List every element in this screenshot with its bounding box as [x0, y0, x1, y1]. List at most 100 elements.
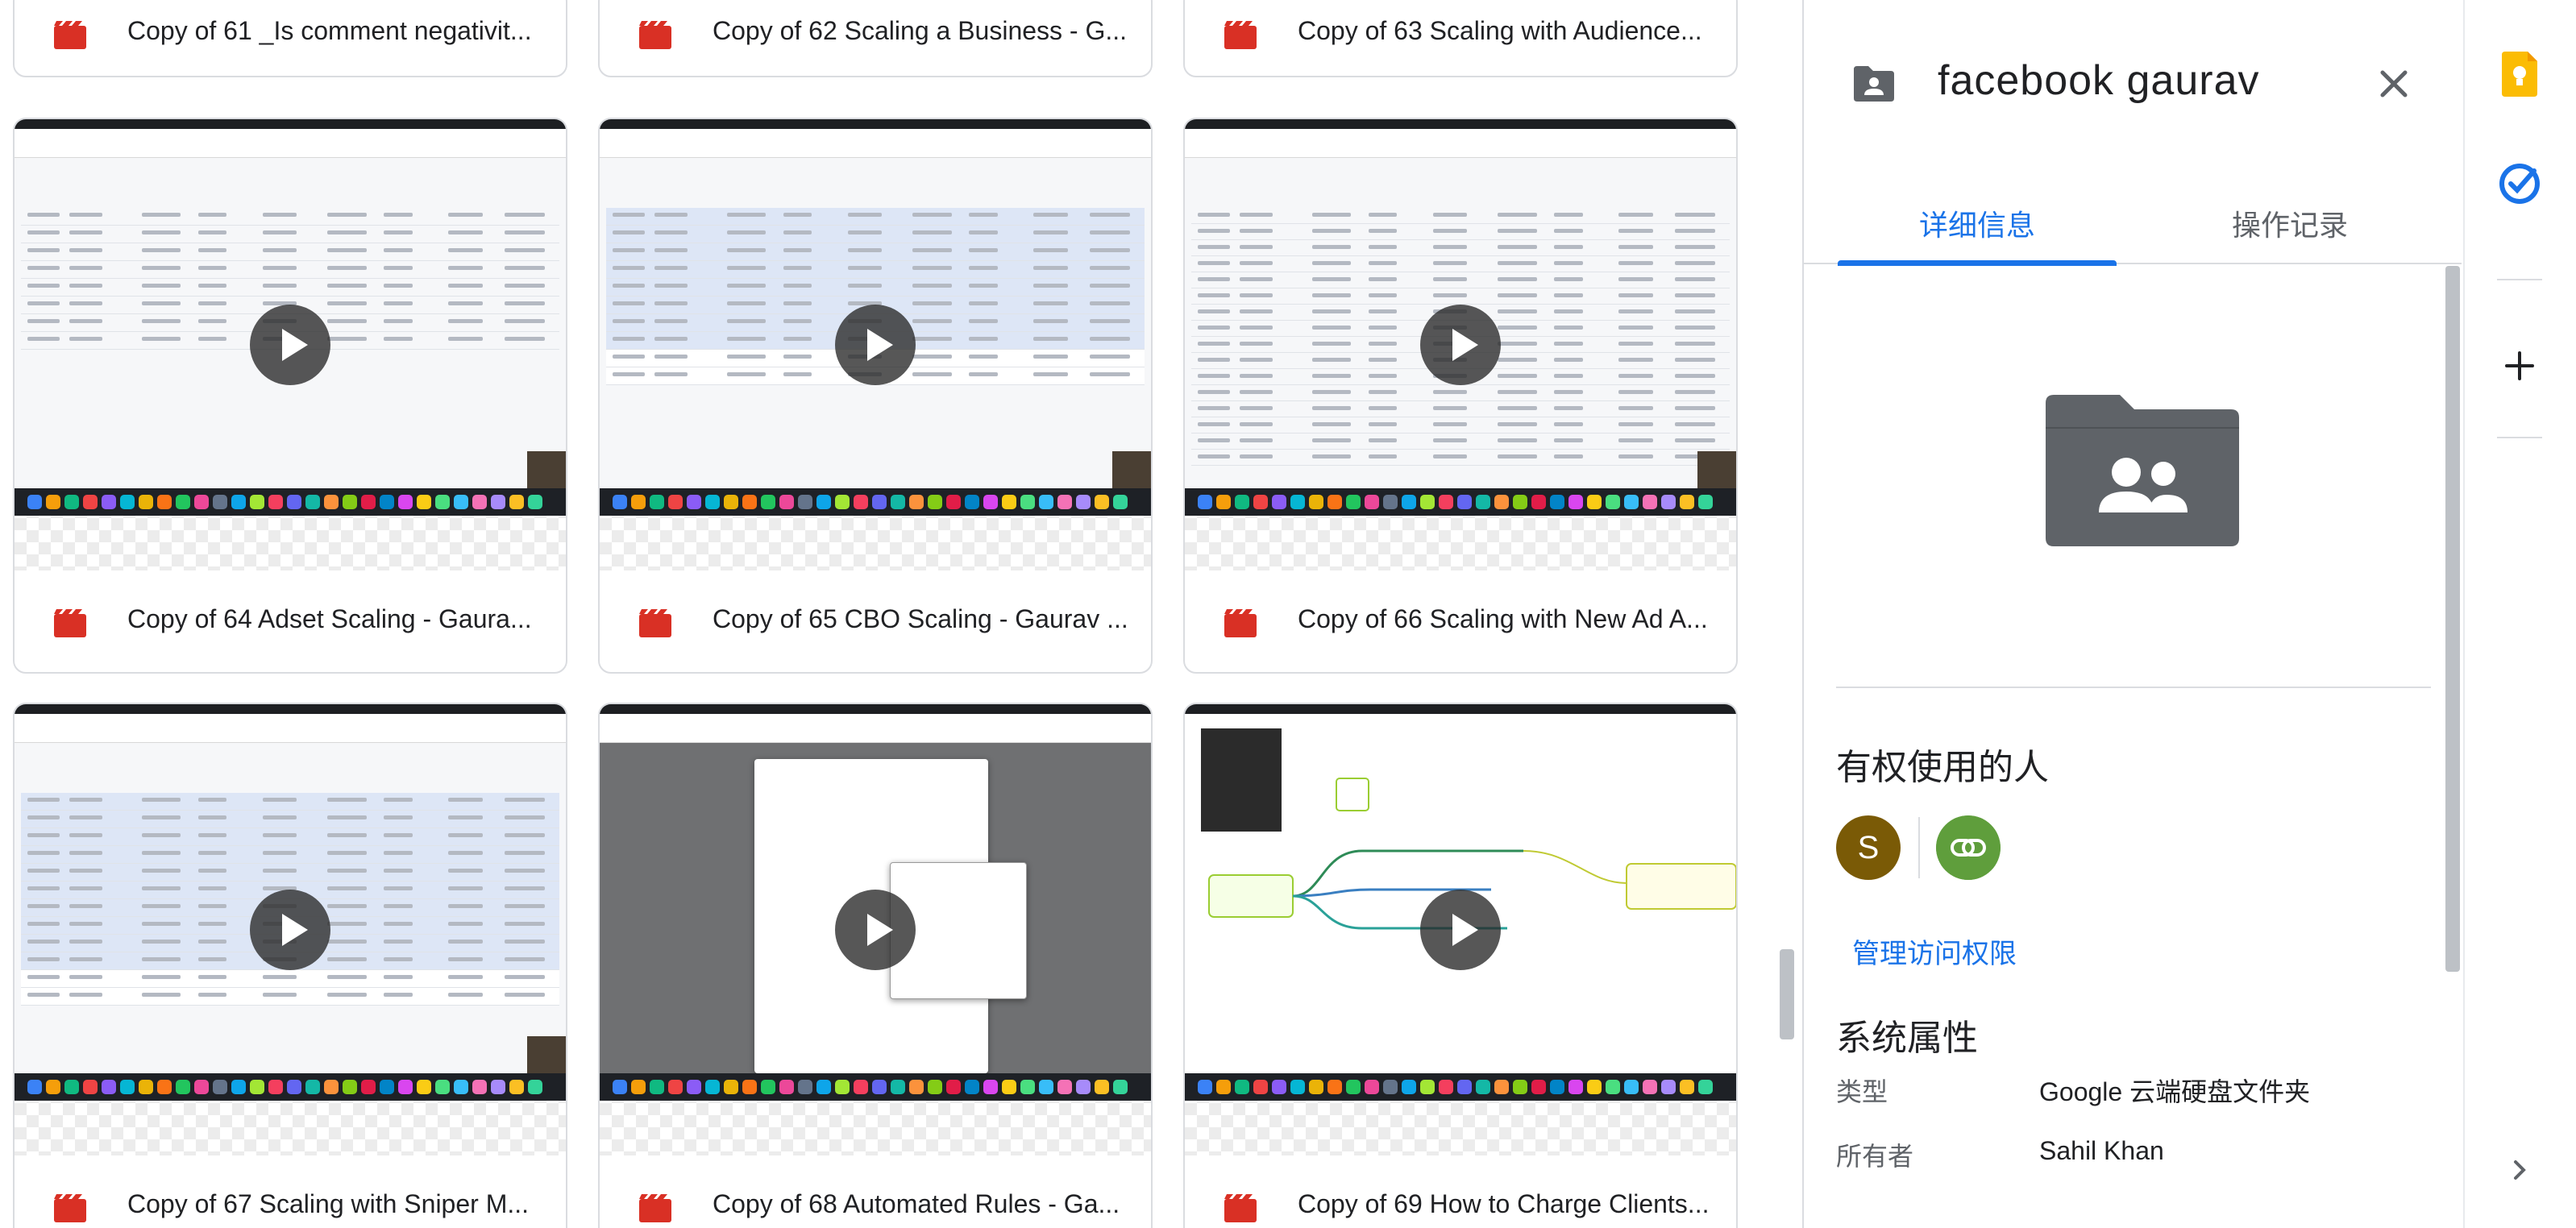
dock-app-icon — [268, 495, 283, 509]
file-card[interactable]: Copy of 67 Scaling with Sniper M... — [13, 703, 567, 1228]
dock-app-icon — [909, 1080, 924, 1094]
table-cell — [327, 284, 367, 288]
table-cell — [448, 213, 483, 217]
table-cell — [654, 284, 688, 288]
dock-app-icon — [102, 1080, 116, 1094]
table-cell — [327, 886, 367, 890]
table-cell — [969, 213, 998, 217]
manage-access-link[interactable]: 管理访问权限 — [1852, 931, 2017, 971]
dock-app-icon — [1383, 1080, 1398, 1094]
table-cell — [1240, 422, 1273, 426]
table-cell — [783, 284, 812, 288]
file-card[interactable]: Copy of 69 How to Charge Clients... — [1183, 703, 1738, 1228]
table-cell — [1240, 293, 1273, 297]
details-header: facebook gaurav — [1804, 0, 2462, 161]
table-cell — [727, 230, 766, 234]
table-cell — [969, 284, 998, 288]
details-scrollbar-thumb[interactable] — [2445, 266, 2460, 972]
play-icon[interactable] — [1420, 890, 1501, 970]
app-toolbar — [600, 714, 1151, 743]
table-cell — [727, 372, 766, 376]
table-cell — [69, 266, 102, 270]
table-cell — [327, 975, 367, 979]
table-cell — [263, 798, 297, 802]
table-cell — [327, 993, 367, 997]
file-card[interactable]: Copy of 66 Scaling with New Ad A... — [1183, 118, 1738, 674]
table-row — [21, 846, 559, 864]
table-cell — [384, 869, 413, 873]
table-row — [606, 243, 1145, 261]
avatar[interactable]: S — [1836, 815, 1901, 880]
table-cell — [1618, 342, 1653, 346]
file-card[interactable]: Copy of 61 _Is comment negativit... — [13, 0, 567, 77]
table-cell — [1498, 454, 1537, 458]
dock-app-icon — [1327, 1080, 1342, 1094]
table-cell — [1090, 230, 1130, 234]
dock-app-icon — [1198, 1080, 1212, 1094]
dock-app-icon — [798, 1080, 812, 1094]
dock-app-icon — [983, 1080, 998, 1094]
dock-app-icon — [613, 1080, 627, 1094]
table-cell — [198, 798, 226, 802]
table-cell — [1433, 438, 1467, 442]
tasks-button[interactable] — [2491, 155, 2549, 213]
table-cell — [263, 213, 297, 217]
dock-app-icon — [1095, 495, 1109, 509]
play-icon[interactable] — [1420, 305, 1501, 385]
grid-scrollbar-thumb[interactable] — [1780, 949, 1794, 1039]
close-icon[interactable] — [2368, 58, 2420, 110]
table-cell — [1618, 390, 1653, 394]
table-cell — [142, 940, 181, 944]
file-card[interactable]: Copy of 63 Scaling with Audience... — [1183, 0, 1738, 77]
file-title: Copy of 61 _Is comment negativit... — [127, 16, 532, 45]
table-cell — [448, 922, 483, 926]
file-card[interactable]: Copy of 64 Adset Scaling - Gaura... — [13, 118, 567, 674]
play-icon[interactable] — [250, 305, 330, 385]
dock-app-icon — [779, 495, 794, 509]
table-cell — [1554, 390, 1583, 394]
keep-button[interactable] — [2491, 45, 2549, 103]
table-cell — [1433, 277, 1467, 281]
dock-app-icon — [1216, 1080, 1231, 1094]
app-toolbar — [600, 129, 1151, 158]
table-cell — [912, 230, 952, 234]
table-cell — [969, 355, 998, 359]
table-cell — [198, 248, 226, 252]
table-cell — [198, 319, 226, 323]
video-file-icon — [1224, 1194, 1257, 1222]
get-addons-button[interactable] — [2491, 337, 2549, 395]
file-card[interactable]: Copy of 62 Scaling a Business - G... — [598, 0, 1153, 77]
dock-app-icon — [854, 495, 868, 509]
tab-details[interactable]: 详细信息 — [1838, 182, 2117, 266]
play-icon[interactable] — [250, 890, 330, 970]
file-card[interactable]: Copy of 65 CBO Scaling - Gaurav ... — [598, 118, 1153, 674]
play-icon[interactable] — [835, 305, 916, 385]
dock-app-icon — [705, 1080, 720, 1094]
file-card[interactable]: Copy of 68 Automated Rules - Ga... — [598, 703, 1153, 1228]
table-cell — [263, 284, 297, 288]
table-cell — [448, 975, 483, 979]
table-cell — [142, 851, 181, 855]
tab-activity[interactable]: 操作记录 — [2150, 182, 2429, 264]
dock-app-icon — [398, 1080, 413, 1094]
dock-app-icon — [324, 495, 339, 509]
folder-name: facebook gaurav — [1938, 57, 2260, 104]
table-cell — [1198, 326, 1230, 330]
table-cell — [1675, 422, 1715, 426]
table-cell — [1498, 342, 1537, 346]
table-cell — [727, 248, 766, 252]
link-icon[interactable] — [1936, 815, 2001, 880]
dock-app-icon — [509, 1080, 524, 1094]
table-cell — [69, 301, 102, 305]
dock-app-icon — [687, 1080, 701, 1094]
dock-app-icon — [1439, 1080, 1453, 1094]
dock-app-icon — [157, 1080, 172, 1094]
dock-app-icon — [324, 1080, 339, 1094]
table-cell — [1554, 229, 1583, 233]
dock-app-icon — [1039, 495, 1053, 509]
dock-app-icon — [1680, 495, 1694, 509]
table-cell — [142, 266, 181, 270]
play-icon[interactable] — [835, 890, 916, 970]
dock-app-icon — [1076, 1080, 1091, 1094]
show-side-panel-button[interactable] — [2491, 1141, 2549, 1199]
